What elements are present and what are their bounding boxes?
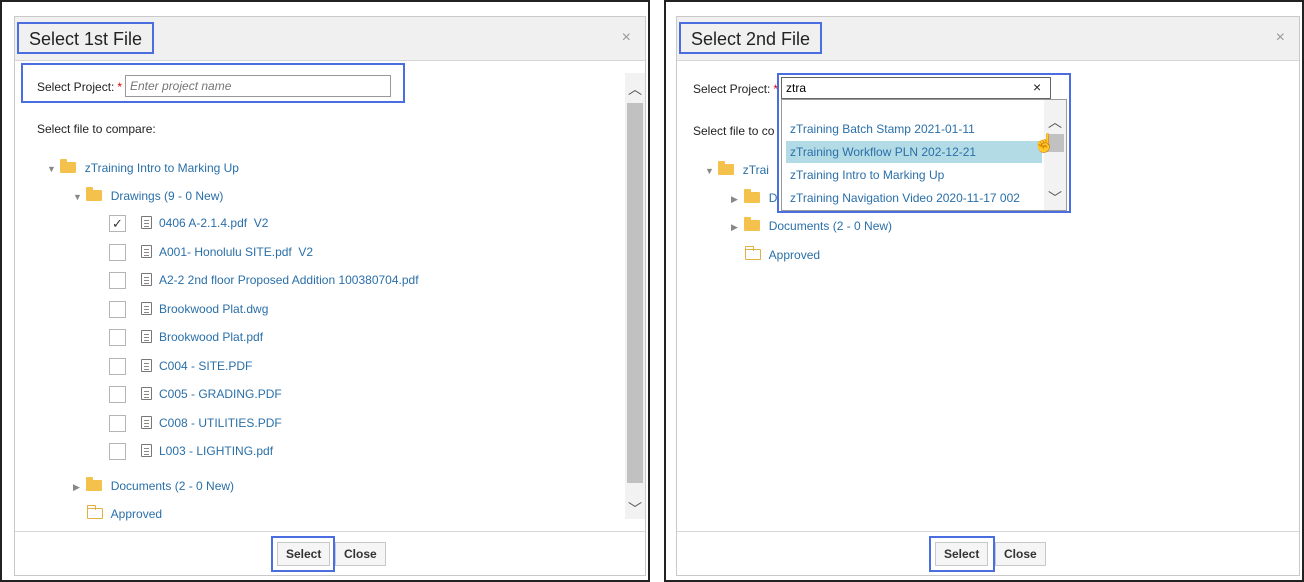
tree-documents-label: Documents (2 - 0 New)	[110, 479, 235, 493]
file-checkbox[interactable]	[109, 357, 126, 375]
file-checkbox[interactable]	[109, 243, 126, 261]
project-label: Select Project: *	[693, 82, 778, 96]
tree-approved-label: Approved	[110, 507, 163, 521]
file-checkbox[interactable]	[109, 386, 126, 403]
file-name[interactable]: 0406 A-2.1.4.pdf V2	[159, 213, 268, 233]
tree-drawings-node[interactable]: ▼ Drawings (9 - 0 New)	[73, 185, 223, 207]
folder-icon	[744, 189, 761, 203]
scroll-down-icon[interactable]: ﹀	[625, 499, 645, 517]
folder-icon	[86, 187, 103, 201]
scroll-thumb[interactable]	[627, 103, 643, 483]
document-icon	[141, 387, 152, 400]
project-search-highlight	[777, 73, 1071, 213]
file-checkbox[interactable]: ✓	[109, 215, 126, 232]
required-mark: *	[117, 80, 123, 94]
caret-right-icon[interactable]: ▶	[73, 476, 83, 498]
tree-project-node[interactable]: ▼ zTrai	[705, 159, 769, 181]
caret-right-icon[interactable]: ▶	[731, 216, 741, 238]
vertical-scrollbar[interactable]: ︿ ﹀	[625, 73, 645, 519]
dialog-title: Select 1st File	[17, 22, 155, 54]
close-button[interactable]: Close	[335, 542, 386, 566]
empty-folder-icon	[745, 246, 761, 260]
scroll-up-icon[interactable]: ︿	[625, 79, 645, 97]
tree-project-label: zTrai	[742, 163, 769, 177]
file-checkbox[interactable]	[109, 414, 126, 432]
close-icon[interactable]: ×	[622, 29, 631, 47]
left-panel-frame: Select 1st File × Select Project:* Selec…	[0, 0, 650, 582]
file-name[interactable]: C008 - UTILITIES.PDF	[159, 413, 282, 433]
document-icon	[141, 415, 152, 429]
folder-icon	[86, 477, 103, 491]
tree-approved-label: Approved	[768, 248, 821, 262]
file-name[interactable]: C005 - GRADING.PDF	[159, 384, 282, 404]
tree-approved-node[interactable]: Approved	[87, 503, 162, 525]
folder-icon	[60, 159, 77, 173]
select-button[interactable]: Select	[277, 542, 331, 566]
document-icon	[141, 273, 152, 286]
tree-documents-node[interactable]: ▶ Documents (2 - 0 New)	[73, 475, 234, 497]
file-name[interactable]: C004 - SITE.PDF	[159, 356, 252, 376]
tree-approved-node[interactable]: Approved	[745, 244, 820, 266]
caret-down-icon[interactable]: ▼	[73, 186, 83, 208]
dialog-footer: Select Close	[15, 531, 645, 575]
file-name[interactable]: Brookwood Plat.pdf	[159, 327, 263, 347]
folder-icon	[718, 161, 735, 175]
tree-drawings-node[interactable]: ▶ D	[731, 187, 777, 209]
file-checkbox[interactable]	[109, 272, 126, 289]
select-button[interactable]: Select	[935, 542, 989, 566]
file-name[interactable]: L003 - LIGHTING.pdf	[159, 441, 273, 461]
document-icon	[141, 358, 152, 372]
select-2nd-file-dialog: Select 2nd File × Select Project:* × Sel…	[676, 16, 1300, 576]
document-icon	[141, 244, 152, 258]
project-label: Select Project: *	[37, 80, 122, 94]
caret-down-icon[interactable]: ▼	[47, 158, 57, 180]
file-checkbox[interactable]	[109, 329, 126, 346]
tree-project-node[interactable]: ▼ zTraining Intro to Marking Up	[47, 157, 239, 179]
caret-down-icon[interactable]: ▼	[705, 160, 715, 182]
empty-folder-icon	[87, 505, 103, 519]
dialog-footer: Select Close	[677, 531, 1299, 575]
project-label-text: Select Project:	[693, 82, 771, 96]
close-button[interactable]: Close	[995, 542, 1046, 566]
document-icon	[141, 301, 152, 315]
file-checkbox[interactable]	[109, 443, 126, 460]
file-name[interactable]: Brookwood Plat.dwg	[159, 299, 268, 319]
select-file-label: Select file to compare:	[37, 122, 156, 136]
select-1st-file-dialog: Select 1st File × Select Project:* Selec…	[14, 16, 646, 576]
dialog-titlebar: Select 2nd File ×	[677, 17, 1299, 61]
tree-documents-node[interactable]: ▶ Documents (2 - 0 New)	[731, 215, 892, 237]
hand-cursor-icon: ☝	[1033, 133, 1056, 153]
document-icon	[141, 444, 152, 457]
file-name[interactable]: A001- Honolulu SITE.pdf V2	[159, 242, 313, 262]
project-label-text: Select Project:	[37, 80, 115, 94]
file-checkbox[interactable]	[109, 300, 126, 318]
file-name[interactable]: A2-2 2nd floor Proposed Addition 1003807…	[159, 270, 419, 290]
tree-drawings-label: Drawings (9 - 0 New)	[110, 189, 224, 203]
tree-documents-label: Documents (2 - 0 New)	[768, 219, 893, 233]
document-icon	[141, 330, 152, 343]
folder-icon	[744, 217, 761, 231]
close-icon[interactable]: ×	[1276, 29, 1285, 47]
caret-right-icon[interactable]: ▶	[731, 188, 741, 210]
document-icon	[141, 216, 152, 229]
tree-project-label: zTraining Intro to Marking Up	[84, 161, 239, 175]
right-panel-frame: Select 2nd File × Select Project:* × Sel…	[664, 0, 1304, 582]
dialog-titlebar: Select 1st File ×	[15, 17, 645, 61]
select-file-label: Select file to co	[693, 124, 775, 138]
dialog-title: Select 2nd File	[679, 22, 823, 54]
project-input[interactable]	[125, 75, 391, 97]
